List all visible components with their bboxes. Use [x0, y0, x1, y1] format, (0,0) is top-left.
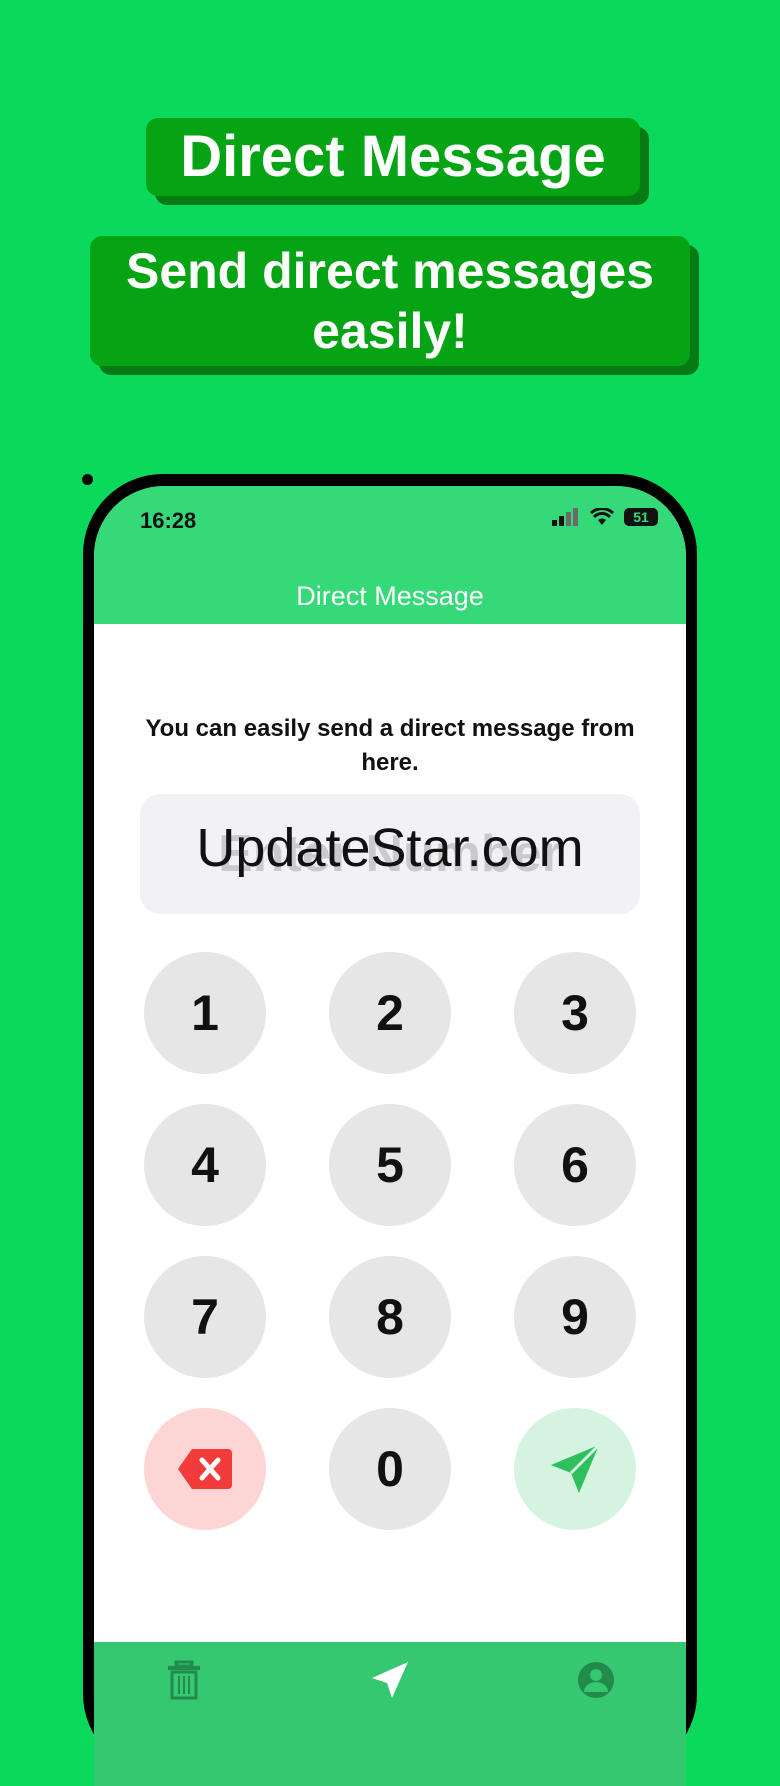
- key-2[interactable]: 2: [329, 952, 451, 1074]
- instruction-text: You can easily send a direct message fro…: [145, 715, 635, 776]
- key-7[interactable]: 7: [144, 1256, 266, 1378]
- header: 16:28 51 Direct Message: [94, 486, 686, 624]
- key-0[interactable]: 0: [329, 1408, 451, 1530]
- battery-icon: 51: [624, 508, 658, 526]
- promo-subtitle: Send direct messages easily!: [90, 236, 690, 366]
- decorative-dot: [82, 474, 93, 485]
- tab-bar: [94, 1642, 686, 1786]
- key-6[interactable]: 6: [514, 1104, 636, 1226]
- watermark: UpdateStar.com: [196, 818, 584, 878]
- key-1[interactable]: 1: [144, 952, 266, 1074]
- key-4[interactable]: 4: [144, 1104, 266, 1226]
- key-9[interactable]: 9: [514, 1256, 636, 1378]
- phone-screen: 16:28 51 Direct Message You can easily s…: [94, 486, 686, 1786]
- key-8[interactable]: 8: [329, 1256, 451, 1378]
- promo-title: Direct Message: [146, 118, 640, 196]
- key-5[interactable]: 5: [329, 1104, 451, 1226]
- signal-icon: [552, 508, 578, 526]
- status-time: 16:28: [140, 508, 197, 533]
- trash-icon[interactable]: [164, 1660, 204, 1700]
- delete-button[interactable]: [144, 1408, 266, 1530]
- wifi-icon: [590, 508, 614, 525]
- profile-icon[interactable]: [576, 1660, 616, 1700]
- nav-title: Direct Message: [296, 581, 484, 611]
- number-input[interactable]: Enter Number UpdateStar.com: [140, 794, 640, 914]
- send-icon: [551, 1443, 601, 1493]
- backspace-icon: [178, 1449, 232, 1489]
- battery-level: 51: [633, 509, 649, 525]
- send-icon[interactable]: [370, 1660, 410, 1700]
- key-3[interactable]: 3: [514, 952, 636, 1074]
- status-icons: 51: [552, 508, 658, 526]
- send-button[interactable]: [514, 1408, 636, 1530]
